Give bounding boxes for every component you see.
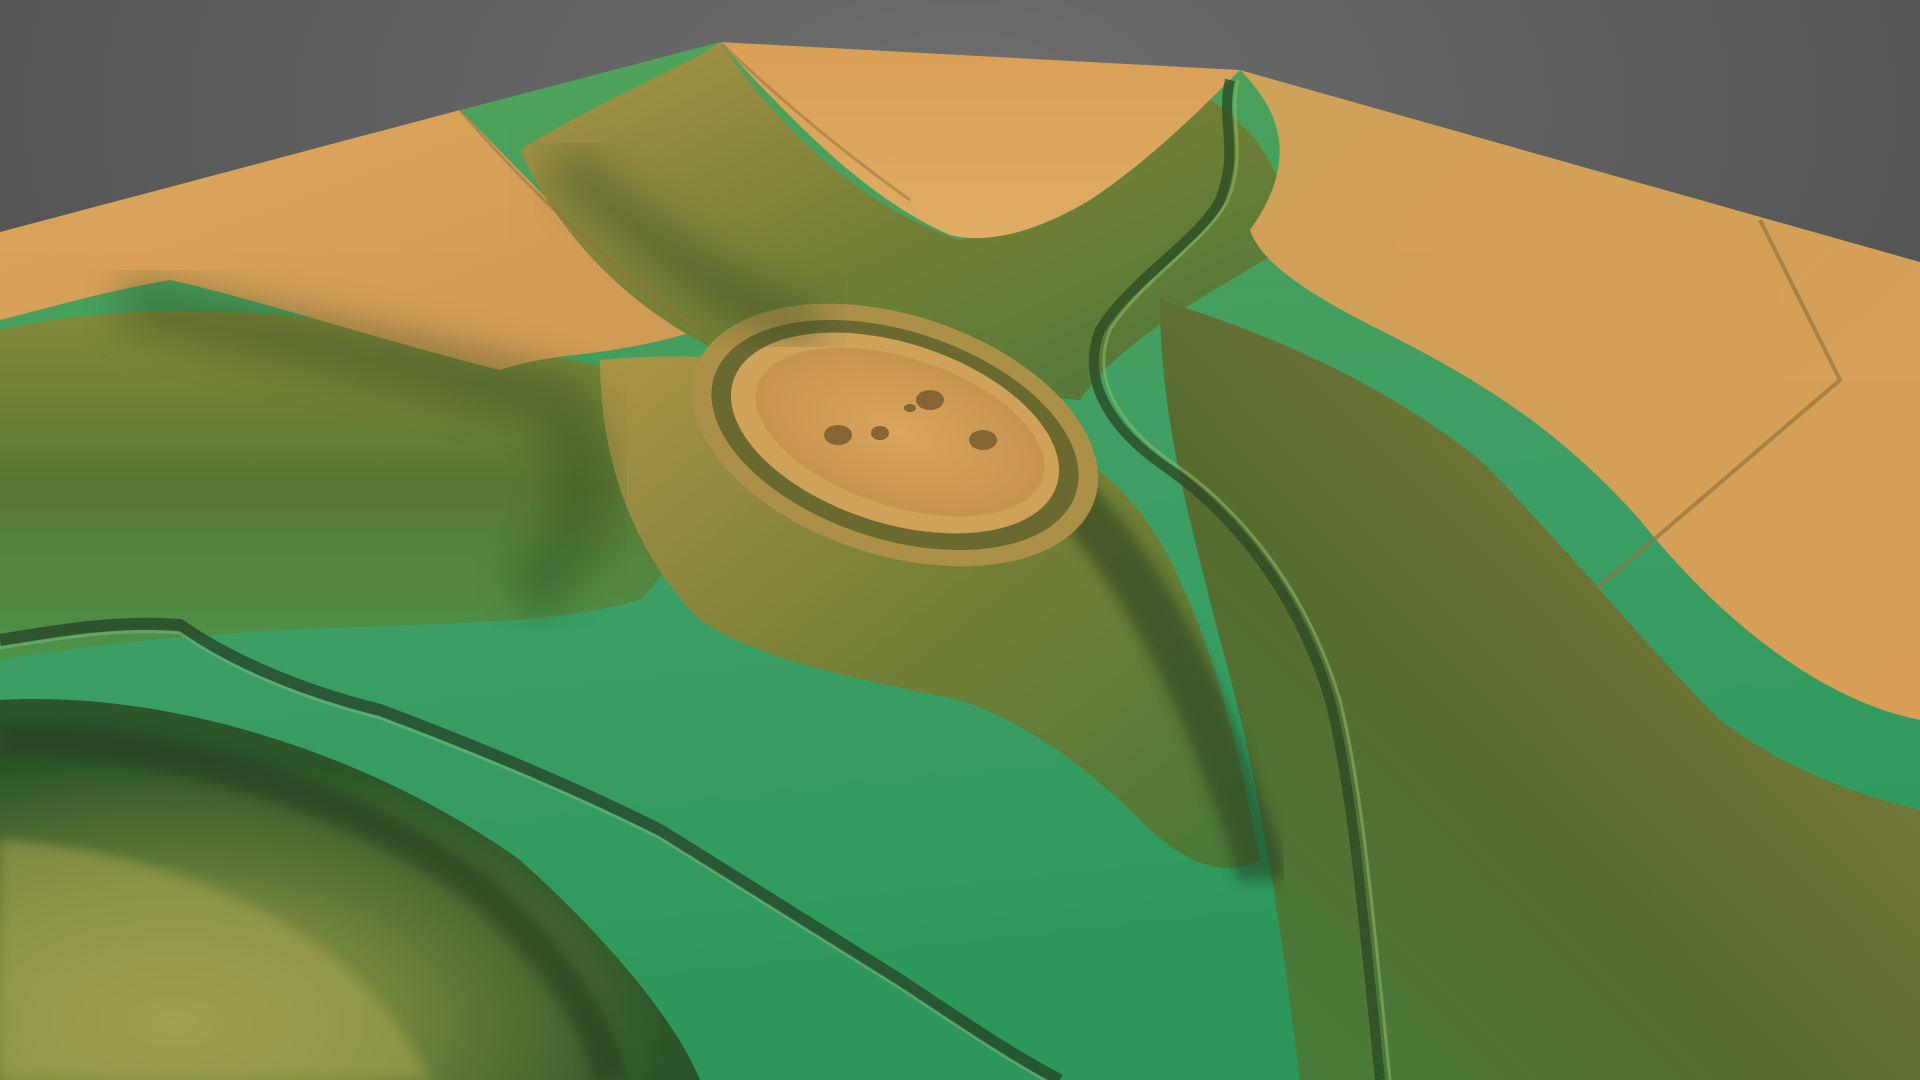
terrain-relief-map[interactable] [0,0,1920,1080]
map-viewport[interactable] [0,0,1920,1080]
